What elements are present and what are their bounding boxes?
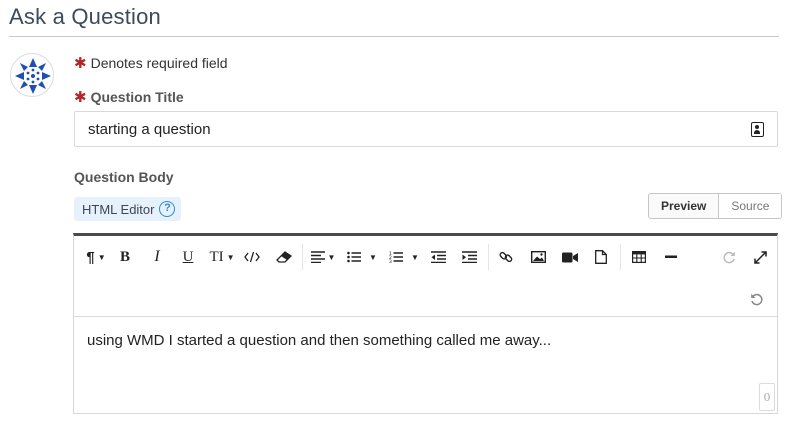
required-asterisk-icon: ✱ <box>74 89 87 106</box>
required-asterisk-icon: ✱ <box>74 55 87 72</box>
indent-button[interactable] <box>458 244 480 270</box>
toolbar-separator <box>620 244 621 270</box>
bullet-list-button[interactable]: ▼ <box>344 244 380 270</box>
underline-button[interactable]: U <box>177 244 199 270</box>
svg-text:3: 3 <box>389 259 392 263</box>
video-icon <box>562 252 578 262</box>
editor-mode-toggle: Preview Source <box>648 193 783 219</box>
question-body-label: Question Body <box>74 169 174 185</box>
code-icon <box>244 251 260 263</box>
font-size-icon: TI <box>209 248 224 265</box>
title-divider <box>9 36 779 37</box>
bold-icon: B <box>119 248 130 265</box>
redo-button[interactable] <box>718 244 740 270</box>
preview-button[interactable]: Preview <box>649 194 720 218</box>
question-title-label: ✱ Question Title <box>74 88 184 106</box>
image-icon <box>530 251 546 263</box>
insert-video-button[interactable] <box>559 244 581 270</box>
question-title-input[interactable]: starting a question <box>74 111 778 147</box>
question-title-value: starting a question <box>88 120 211 138</box>
align-button[interactable]: ▼ <box>308 244 338 270</box>
avatar <box>10 53 54 97</box>
bold-button[interactable]: B <box>114 244 136 270</box>
html-editor-label: HTML Editor <box>82 201 155 217</box>
contact-card-icon[interactable] <box>751 121 764 137</box>
eraser-icon <box>276 251 292 263</box>
code-button[interactable] <box>241 244 263 270</box>
required-field-note: ✱ Denotes required field <box>74 54 228 72</box>
undo-button[interactable] <box>745 286 767 312</box>
bullet-list-icon <box>347 251 362 263</box>
chevron-down-icon: ▼ <box>369 252 377 262</box>
font-size-button[interactable]: TI ▼ <box>207 244 237 270</box>
insert-file-button[interactable] <box>590 244 612 270</box>
italic-button[interactable]: I <box>146 244 168 270</box>
toolbar-separator <box>302 244 303 270</box>
underline-icon: U <box>182 248 194 265</box>
fullscreen-button[interactable] <box>749 244 771 270</box>
table-icon <box>632 251 646 263</box>
undo-icon <box>750 293 763 305</box>
align-icon <box>310 251 325 263</box>
editor-content-area[interactable]: using WMD I started a question and then … <box>74 317 777 413</box>
question-title-label-text: Question Title <box>90 89 184 105</box>
link-icon <box>499 251 513 263</box>
fullscreen-icon <box>753 250 767 264</box>
insert-table-button[interactable] <box>628 244 650 270</box>
char-counter: 0 <box>759 383 775 411</box>
required-note-text: Denotes required field <box>90 55 228 71</box>
insert-link-button[interactable] <box>495 244 517 270</box>
indent-icon <box>461 251 477 263</box>
avatar-logo-icon <box>15 58 51 94</box>
rich-text-editor: ¶ ▼ B I U TI ▼ ▼ ▼ 1 2 3 ▼ using WMD I s… <box>73 233 778 414</box>
outdent-button[interactable] <box>427 244 449 270</box>
italic-icon: I <box>154 248 160 265</box>
horizontal-rule-icon <box>665 255 677 258</box>
editor-toolbar: ¶ ▼ B I U TI ▼ ▼ ▼ 1 2 3 ▼ <box>74 236 777 317</box>
horizontal-rule-button[interactable] <box>660 244 682 270</box>
numbered-list-button[interactable]: 1 2 3 ▼ <box>386 244 422 270</box>
file-icon <box>595 250 607 264</box>
insert-image-button[interactable] <box>527 244 549 270</box>
paragraph-format-button[interactable]: ¶ ▼ <box>82 244 110 270</box>
chevron-down-icon: ▼ <box>226 252 235 262</box>
redo-icon <box>722 251 735 263</box>
chevron-down-icon: ▼ <box>327 252 336 262</box>
chevron-down-icon: ▼ <box>411 252 419 262</box>
page-title: Ask a Question <box>9 4 161 29</box>
source-button[interactable]: Source <box>719 194 782 218</box>
numbered-list-icon: 123 <box>389 251 404 263</box>
chevron-down-icon: ▼ <box>97 252 106 262</box>
help-icon[interactable]: ? <box>159 201 176 217</box>
question-body-text: using WMD I started a question and then … <box>87 332 552 349</box>
outdent-icon <box>430 251 446 263</box>
paragraph-icon: ¶ <box>86 248 95 266</box>
clear-formatting-button[interactable] <box>273 244 295 270</box>
toolbar-separator <box>488 244 489 270</box>
html-editor-tag: HTML Editor ? <box>74 197 182 221</box>
